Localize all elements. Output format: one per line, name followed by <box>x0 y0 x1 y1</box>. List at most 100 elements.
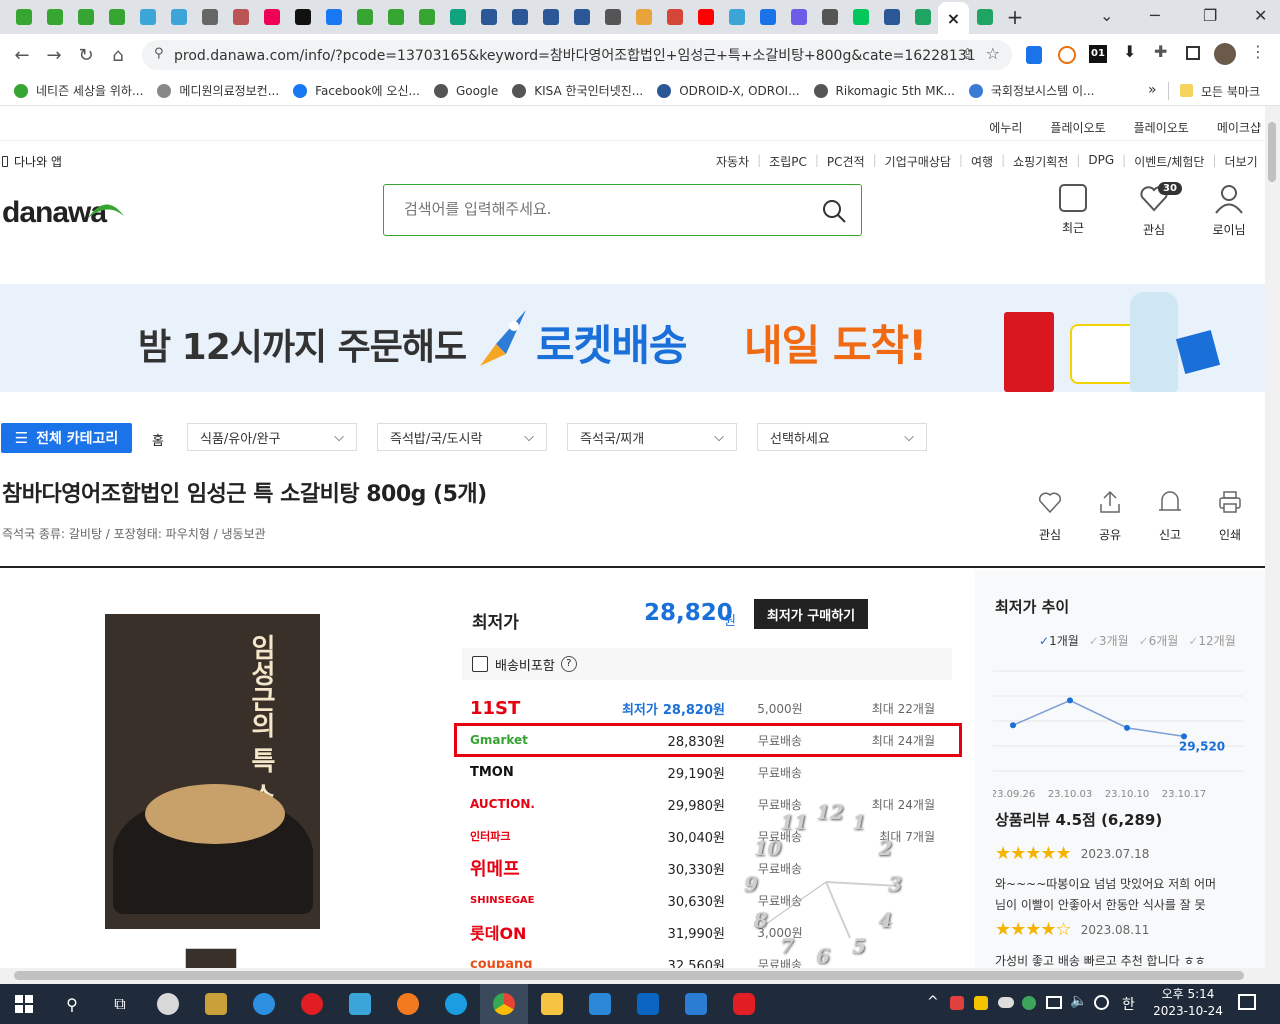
browser-tab[interactable] <box>597 4 628 30</box>
profile-avatar[interactable] <box>1214 43 1236 65</box>
browser-tab[interactable] <box>380 4 411 30</box>
recent-button[interactable]: 최근 <box>1058 184 1088 236</box>
browser-tab[interactable] <box>907 4 938 30</box>
browser-tab[interactable] <box>845 4 876 30</box>
search-icon[interactable] <box>821 198 847 224</box>
extension-shield-icon[interactable] <box>1026 46 1042 64</box>
wish-button[interactable]: 30 관심 <box>1138 182 1182 238</box>
file-explorer-icon[interactable] <box>528 984 576 1024</box>
task-view-icon[interactable]: ⧉ <box>96 984 144 1024</box>
category-select-1[interactable]: 식품/유아/완구 ⌵ <box>187 423 357 451</box>
shop-price[interactable]: 30,040원 <box>590 827 725 846</box>
more-bookmarks-button[interactable]: » <box>1148 82 1157 98</box>
util-link[interactable]: PC견적 <box>827 153 865 170</box>
extension-01-icon[interactable]: 01 <box>1089 45 1107 63</box>
outlook-icon[interactable] <box>624 984 672 1024</box>
browser-tab[interactable] <box>969 4 1000 30</box>
share-icon[interactable]: ⇪ <box>961 45 974 63</box>
browser-tab[interactable] <box>473 4 504 30</box>
ime-indicator[interactable]: 한 <box>1122 994 1135 1014</box>
tab-search-icon[interactable]: ⌄ <box>1100 6 1113 25</box>
active-tab[interactable]: × <box>938 2 969 34</box>
app-icon[interactable] <box>192 984 240 1024</box>
shop-logo[interactable]: coupang <box>470 957 590 969</box>
app-icon[interactable] <box>144 984 192 1024</box>
extension-download-icon[interactable]: ⬇ <box>1123 42 1136 61</box>
browser-tab[interactable] <box>721 4 752 30</box>
back-icon[interactable]: ← <box>6 45 38 66</box>
util-link[interactable]: 쇼핑기획전 <box>1013 153 1068 170</box>
browser-tab[interactable] <box>783 4 814 30</box>
tray-expand-icon[interactable]: ^ <box>927 994 939 1010</box>
browser-tab[interactable] <box>628 4 659 30</box>
horizontal-scroll-thumb[interactable] <box>14 971 1244 980</box>
shop-price-row[interactable]: TMON 29,190원 무료배송 <box>470 756 960 788</box>
all-bookmarks-link[interactable]: 모든 북마크 <box>1201 83 1260 100</box>
bookmark-item[interactable]: 네티즌 세상을 위하... <box>14 82 143 99</box>
edge-icon[interactable] <box>432 984 480 1024</box>
tray-app-icon[interactable] <box>1022 996 1036 1010</box>
shop-logo[interactable]: SHINSEGAE <box>470 895 590 906</box>
browser-tab[interactable] <box>659 4 690 30</box>
category-select-2[interactable]: 즉석밥/국/도시락 ⌵ <box>377 423 547 451</box>
util-link[interactable]: 이벤트/체험단 <box>1134 153 1204 170</box>
side-panel-icon[interactable] <box>1186 46 1200 60</box>
extensions-puzzle-icon[interactable]: ✚ <box>1154 42 1167 61</box>
search-input[interactable] <box>404 185 804 233</box>
maximize-icon[interactable]: ❐ <box>1203 6 1217 25</box>
review-item[interactable]: ★★★★☆ 2023.08.11 <box>995 919 1149 940</box>
shop-price[interactable]: 31,990원 <box>590 923 725 942</box>
include-shipping-checkbox[interactable] <box>472 656 488 672</box>
firefox-icon[interactable] <box>384 984 432 1024</box>
home-icon[interactable]: ⌂ <box>102 45 134 66</box>
store-icon[interactable] <box>576 984 624 1024</box>
search-taskbar-icon[interactable]: ⚲ <box>48 984 96 1024</box>
util-link[interactable]: 조립PC <box>769 153 807 170</box>
browser-tab[interactable] <box>411 4 442 30</box>
shop-logo[interactable]: 11ST <box>470 698 590 719</box>
tray-status-icon[interactable] <box>1094 995 1109 1010</box>
vertical-scrollbar[interactable] <box>1265 106 1280 968</box>
browser-tab[interactable] <box>814 4 845 30</box>
browser-tab[interactable] <box>535 4 566 30</box>
start-button[interactable] <box>0 984 48 1024</box>
browser-tab[interactable] <box>287 4 318 30</box>
top-link[interactable]: 메이크샵 <box>1217 119 1261 136</box>
bookmark-item[interactable]: ODROID-X, ODROI... <box>657 82 800 99</box>
browser-tab[interactable] <box>504 4 535 30</box>
util-link[interactable]: 여행 <box>971 153 993 170</box>
wish-action[interactable]: 관심 <box>1032 490 1068 543</box>
login-button[interactable]: 로이님 <box>1210 184 1248 238</box>
bookmark-item[interactable]: Rikomagic 5th MK... <box>813 82 955 99</box>
vertical-scroll-thumb[interactable] <box>1268 122 1276 182</box>
review-item[interactable]: ★★★★★ 2023.07.18 <box>995 843 1149 864</box>
shop-price[interactable]: 30,630원 <box>590 891 725 910</box>
browser-tab[interactable] <box>101 4 132 30</box>
browser-tab[interactable] <box>876 4 907 30</box>
help-icon[interactable]: ? <box>560 656 577 672</box>
shop-price-row[interactable]: 11ST 최저가 28,820원 5,000원 최대 22개월 <box>470 692 960 724</box>
reload-icon[interactable]: ↻ <box>70 45 102 66</box>
tray-app-icon[interactable] <box>950 996 964 1010</box>
browser-tab[interactable] <box>225 4 256 30</box>
shop-price[interactable]: 30,330원 <box>590 859 725 878</box>
bookmark-item[interactable]: KISA 한국인터넷진... <box>512 82 643 99</box>
minimize-icon[interactable]: ─ <box>1150 6 1160 25</box>
network-icon[interactable] <box>1046 996 1062 1009</box>
bookmark-item[interactable]: Facebook에 오신... <box>293 82 420 99</box>
trend-period-tab[interactable]: ✓3개월 <box>1089 632 1129 649</box>
buy-lowest-button[interactable]: 최저가 구매하기 <box>754 599 868 629</box>
shop-logo[interactable]: 롯데ON <box>470 920 590 944</box>
trend-point[interactable] <box>1010 722 1016 729</box>
browser-tab[interactable] <box>39 4 70 30</box>
shop-price[interactable]: 32,560원 <box>590 955 725 969</box>
site-info-icon[interactable]: ⚲ <box>154 46 164 61</box>
shop-logo[interactable]: 인터파크 <box>470 828 590 844</box>
browser-tab[interactable] <box>752 4 783 30</box>
kakaotalk-icon[interactable] <box>974 996 988 1010</box>
util-link[interactable]: DPG <box>1088 153 1114 170</box>
breadcrumb-home[interactable]: 홈 <box>152 430 164 449</box>
bookmark-item[interactable]: 메디원의료정보컨... <box>157 82 279 99</box>
shop-price[interactable]: 29,980원 <box>590 795 725 814</box>
danawa-logo[interactable]: danawa <box>2 196 124 230</box>
